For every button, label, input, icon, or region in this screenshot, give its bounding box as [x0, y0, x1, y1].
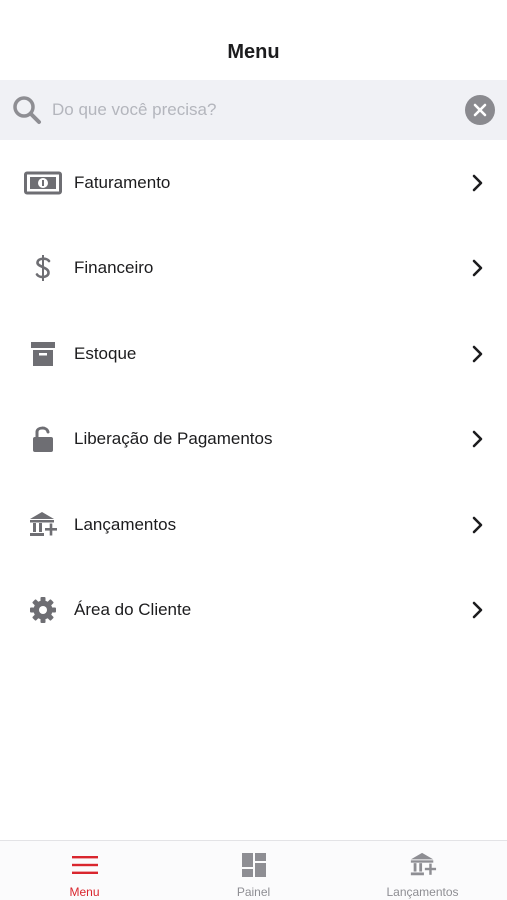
- tab-label: Painel: [236, 885, 271, 899]
- unlock-icon: [24, 424, 62, 454]
- menu-item-financeiro[interactable]: Financeiro: [0, 226, 507, 312]
- menu-item-estoque[interactable]: Estoque: [0, 311, 507, 397]
- dollar-icon: [24, 253, 62, 283]
- menu-item-label: Estoque: [74, 343, 137, 363]
- menu-item-label: Faturamento: [74, 172, 171, 192]
- bank-plus-icon: [408, 851, 438, 879]
- menu-item-lancamentos[interactable]: Lançamentos: [0, 482, 507, 568]
- clear-search-button[interactable]: [465, 95, 495, 125]
- hamburger-icon: [70, 851, 100, 879]
- menu-item-label: Liberação de Pagamentos: [74, 429, 273, 449]
- menu-item-label: Financeiro: [74, 258, 154, 278]
- menu-list: Faturamento Financeiro Estoque Liberação…: [0, 140, 507, 653]
- menu-item-label: Área do Cliente: [74, 600, 192, 620]
- menu-item-faturamento[interactable]: Faturamento: [0, 140, 507, 226]
- tab-menu[interactable]: Menu: [0, 841, 169, 900]
- chevron-right-icon: [472, 601, 483, 619]
- search-icon: [13, 96, 41, 124]
- tab-painel[interactable]: Painel: [169, 841, 338, 900]
- menu-item-area-cliente[interactable]: Área do Cliente: [0, 568, 507, 654]
- chevron-right-icon: [472, 430, 483, 448]
- tab-label: Lançamentos: [386, 885, 459, 899]
- archive-box-icon: [24, 339, 62, 369]
- chevron-right-icon: [472, 174, 483, 192]
- dashboard-icon: [239, 851, 269, 879]
- bank-plus-icon: [24, 510, 62, 540]
- search-bar: [0, 80, 507, 140]
- tab-bar: Menu Painel Lançamentos: [0, 840, 507, 900]
- search-input[interactable]: [52, 95, 452, 125]
- gear-icon: [24, 595, 62, 625]
- tab-label: Menu: [69, 885, 100, 899]
- header: Menu: [0, 0, 507, 80]
- chevron-right-icon: [472, 259, 483, 277]
- money-bill-icon: [24, 168, 62, 198]
- menu-item-label: Lançamentos: [74, 514, 177, 534]
- tab-lancamentos[interactable]: Lançamentos: [338, 841, 507, 900]
- menu-item-liberacao-pagamentos[interactable]: Liberação de Pagamentos: [0, 397, 507, 483]
- chevron-right-icon: [472, 516, 483, 534]
- chevron-right-icon: [472, 345, 483, 363]
- page-title: Menu: [227, 41, 280, 63]
